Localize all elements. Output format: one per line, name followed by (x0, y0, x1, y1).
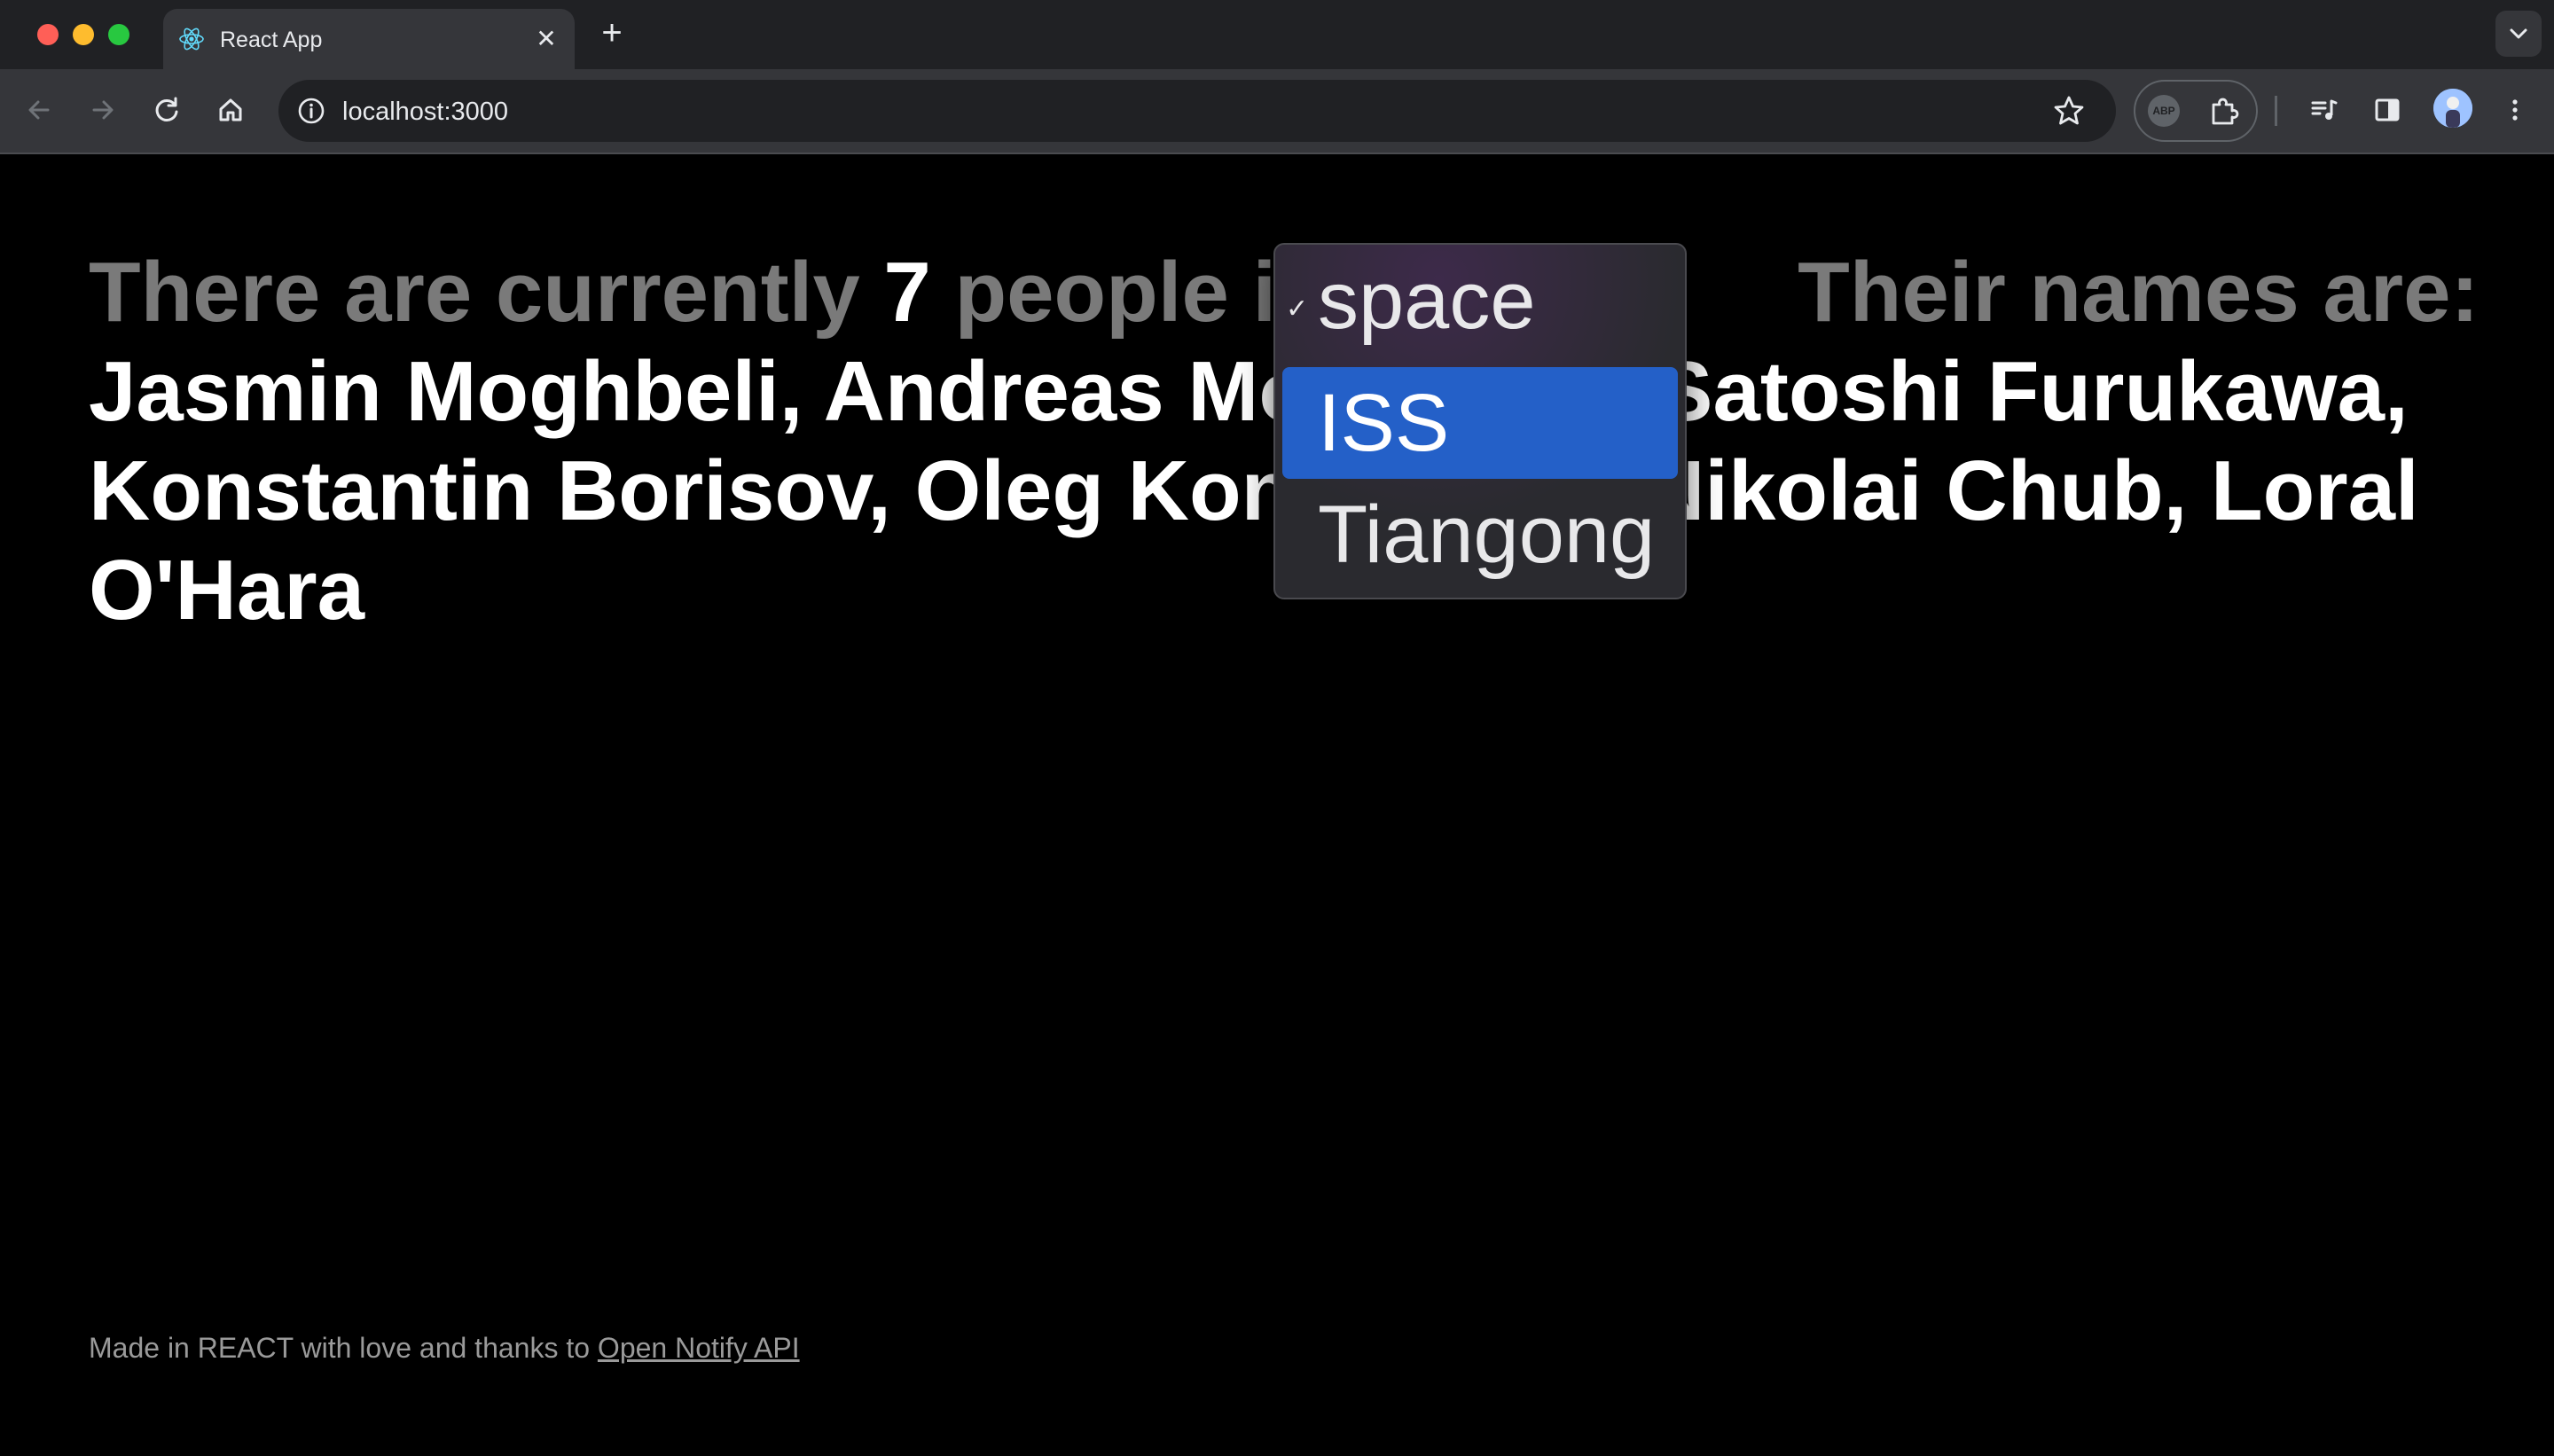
tab-strip: React App ✕ + (0, 0, 2554, 69)
address-bar[interactable]: localhost:3000 (278, 80, 2116, 142)
reload-button[interactable] (145, 89, 188, 131)
tab-title: React App (220, 27, 323, 52)
reload-icon (155, 97, 178, 121)
browser-toolbar: localhost:3000 ABP (0, 69, 2554, 154)
home-button[interactable] (209, 89, 252, 131)
intro-prefix: There are currently (89, 245, 860, 340)
extensions-group: ABP (2134, 80, 2258, 142)
close-window-button[interactable] (37, 24, 59, 45)
maximize-window-button[interactable] (108, 24, 129, 45)
forward-button[interactable] (82, 89, 124, 131)
forward-arrow-icon (92, 100, 114, 120)
react-logo-icon (179, 27, 204, 51)
option-iss[interactable]: ISS (1282, 367, 1678, 479)
adblock-plus-icon[interactable]: ABP (2148, 95, 2180, 127)
browser-menu-button[interactable] (2494, 89, 2536, 131)
new-tab-button[interactable]: + (592, 14, 631, 53)
chevron-down-icon (2510, 28, 2527, 39)
site-info-icon[interactable] (293, 92, 330, 129)
people-count: 7 (883, 245, 931, 340)
intro-suffix: Their names are: (1798, 245, 2480, 340)
back-button[interactable] (18, 89, 60, 131)
queue-music-icon (2311, 99, 2338, 120)
minimize-window-button[interactable] (73, 24, 94, 45)
craft-select-dropdown[interactable]: ✓ space ISS Tiangong (1273, 243, 1687, 599)
more-vertical-icon (2512, 99, 2518, 121)
footer: Made in REACT with love and thanks to Op… (89, 1332, 800, 1365)
open-notify-api-link[interactable]: Open Notify API (598, 1332, 800, 1364)
side-panel-icon (2375, 98, 2400, 121)
back-arrow-icon (28, 100, 50, 120)
toolbar-divider (2275, 96, 2277, 126)
bookmark-star-icon[interactable] (2049, 90, 2089, 131)
url-text: localhost:3000 (342, 98, 509, 126)
close-tab-icon[interactable]: ✕ (530, 23, 562, 55)
tab-search-button[interactable] (2495, 11, 2542, 57)
side-panel-button[interactable] (2366, 89, 2409, 131)
option-tiangong[interactable]: Tiangong (1282, 479, 1678, 591)
home-icon (219, 98, 242, 121)
intro-middle: people in (954, 245, 1328, 340)
avatar-image-icon (2433, 89, 2472, 128)
page-content: There are currently 7 people in Their na… (0, 154, 2554, 1456)
media-controls-button[interactable] (2302, 89, 2345, 131)
extensions-puzzle-icon[interactable] (2206, 94, 2242, 129)
profile-avatar[interactable] (2433, 89, 2472, 128)
tab-react-app[interactable]: React App ✕ (163, 9, 575, 69)
option-space[interactable]: space (1282, 245, 1678, 356)
footer-text: Made in REACT with love and thanks to (89, 1332, 591, 1364)
